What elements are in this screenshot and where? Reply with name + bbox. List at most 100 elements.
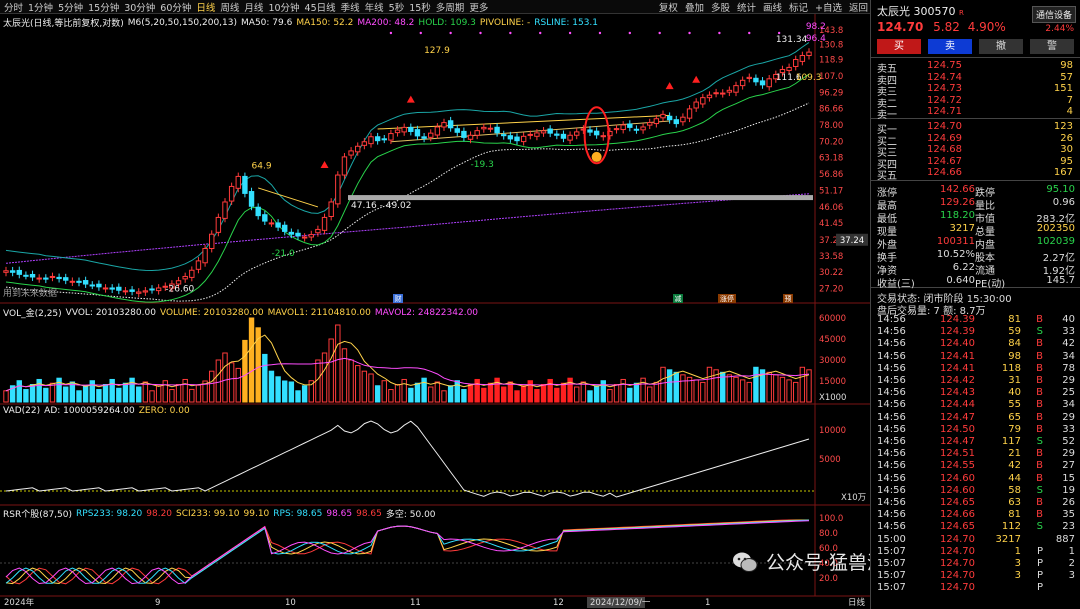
volume-bar [447,385,454,403]
tick-count: 3 [1068,570,1075,582]
cancel-order-button[interactable]: 撤 [979,39,1023,54]
candle-body [136,291,142,294]
ask-label: 卖一 [877,110,897,121]
alert-button[interactable]: 警 [1030,39,1074,54]
signal-dot [628,31,632,35]
volume-bar [295,390,301,403]
date-tick-label: 10 [285,598,296,608]
tick-side: B [1036,448,1043,460]
tick-side: P [1036,558,1043,569]
ad-value: AD: 1000059264.00 [44,406,135,416]
tick-volume: 3217 [995,533,1021,545]
signal-triangle-icon [320,161,329,169]
volume-bar [507,381,514,403]
candle-body [567,134,573,141]
signal-dot [718,31,721,35]
volume-bar [109,378,115,403]
price-line: 124.70 5.82 4.90% [877,20,1006,34]
tick-time: 15:07 [877,570,906,582]
tick-time: 14:56 [877,423,906,435]
mavol2-value: MAVOL2: 24822342.00 [374,307,479,318]
volume-bar [374,385,381,403]
candle-body [374,136,381,142]
tick-row: 14:56 124.41 118 B 78 [877,363,1075,374]
vad-axis-label: 10000 [819,426,846,436]
tick-price: 124.42 [940,375,975,386]
pivoline-value: PIVOLINE: - [479,17,531,28]
ma50-value: MA50: 79.6 [241,17,293,28]
candle-body [414,129,421,137]
signal-triangle-icon [406,95,415,103]
tick-price: 124.41 [940,362,975,374]
tick-time: 14:56 [877,448,906,460]
tick-time: 14:56 [877,314,906,325]
industry-pct: 2.44% [1045,24,1074,34]
volume-bar [169,389,175,403]
tick-time: 14:56 [877,484,906,496]
price-marker-label: 37.24 [840,236,864,246]
volume-bar [481,387,487,403]
candle-body [388,133,394,141]
volume-bar [368,373,374,403]
tick-time: 14:56 [877,436,906,447]
candle-body [9,270,16,273]
candle-body [753,77,759,83]
candle-body [640,126,646,131]
industry-tag[interactable]: 通信设备 [1031,6,1076,23]
tick-row: 14:56 124.47 117 S 52 [877,436,1075,447]
volume-bar [793,381,799,403]
bid-row: 买五 124.66 167 [877,167,1075,182]
candle-body [726,89,733,93]
buy-button[interactable]: 买 [877,39,921,54]
rps233-value: RPS233: 98.20 [76,508,143,519]
volume-bar [434,381,441,403]
candle-body [355,145,361,153]
signal-dot [688,31,691,35]
candle-body [547,128,553,134]
tick-side: S [1036,521,1043,533]
tick-volume: 59 [1008,326,1021,338]
candle-body [116,286,122,291]
tick-count: 15 [1062,472,1075,484]
volume-bar [282,380,288,403]
tick-row: 14:56 124.44 55 B 34 [877,399,1075,410]
change-pct: 4.90% [967,20,1006,34]
rps-num-2: 98.65 [356,508,382,519]
candle-body [733,85,739,93]
tick-side: B [1036,375,1043,386]
price-tick-label: 96.29 [819,88,843,98]
candle-body [653,118,660,125]
candle-body [328,201,334,218]
price-tick-label: 78.00 [819,121,843,131]
candle-body [706,94,713,99]
signal-dot [748,31,751,35]
volume-bar [189,388,195,403]
vad-axis-label: 5000 [819,455,841,465]
tick-count: 27 [1062,460,1075,472]
candle-body [301,236,308,239]
rps233-num: 98.20 [146,508,173,519]
volume-bar [361,370,368,403]
volume-bar [248,317,255,403]
volume-axis-label: 15000 [819,377,846,387]
stock-badge: R [959,9,964,17]
signal-dot [568,31,572,35]
volume-bar [129,377,135,403]
bid-price: 124.66 [927,167,962,178]
tick-side: B [1036,497,1043,508]
candle-body [799,55,806,62]
tick-volume: 3 [1014,570,1021,582]
candle-body [501,134,507,137]
volume-bar [209,370,215,403]
tick-price: 124.60 [940,484,975,496]
candle-body [633,128,640,131]
candle-body [202,248,208,264]
volume-bar [175,384,182,403]
candle-body [434,126,441,136]
price-tick-label: 70.20 [819,137,843,147]
bid-volume: 167 [1053,167,1073,178]
volume-bar [534,389,540,403]
sell-button[interactable]: 卖 [928,39,972,54]
price-tick-label: 118.9 [819,56,843,66]
volume-bar [680,374,686,403]
